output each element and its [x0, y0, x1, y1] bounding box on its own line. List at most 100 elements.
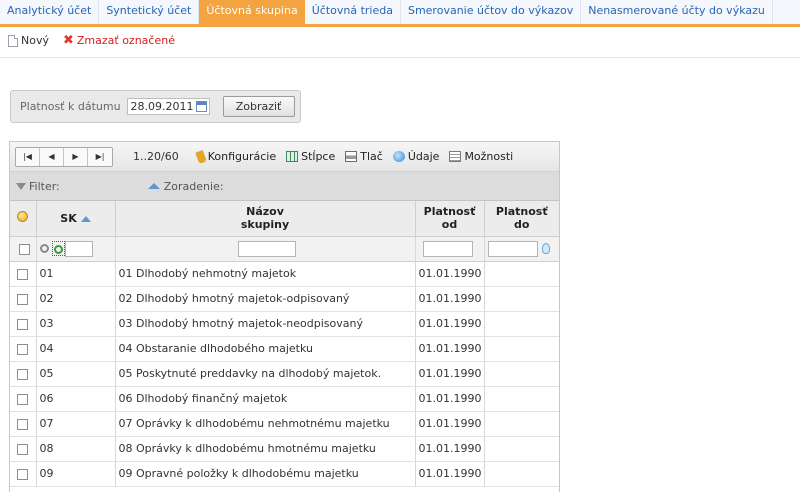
cell-name: 02 Dlhodobý hmotný majetok-odpisovaný: [115, 286, 416, 312]
sk-filter-input[interactable]: [64, 240, 93, 257]
next-page-button[interactable]: ▶: [64, 147, 88, 166]
cell-sk: 02: [36, 286, 116, 312]
table-row[interactable]: 02 02 Dlhodobý hmotný majetok-odpisovaný…: [10, 286, 559, 312]
advanced-search-toggle[interactable]: [51, 241, 65, 256]
new-button[interactable]: Nový: [8, 34, 49, 47]
valid-to-header-line2: do: [514, 218, 530, 232]
calendar-icon[interactable]: [195, 101, 207, 112]
table-row[interactable]: 06 06 Dlhodobý finančný majetok 01.01.19…: [10, 386, 559, 412]
cell-valid-from: 01.01.1990: [415, 361, 485, 387]
table-row[interactable]: 05 05 Poskytnuté preddavky na dlhodobý m…: [10, 361, 559, 387]
column-header-valid-to[interactable]: Platnosť do: [484, 201, 559, 237]
cell-name: 01 Dlhodobý nehmotný majetok: [115, 261, 416, 287]
name-filter-input[interactable]: [237, 240, 296, 257]
select-all-icon[interactable]: [17, 211, 29, 223]
row-checkbox[interactable]: [17, 443, 29, 455]
table-row[interactable]: 07 07 Oprávky k dlhodobému nehmotnému ma…: [10, 411, 559, 437]
new-document-icon: [8, 34, 18, 47]
next-page-icon: ▶: [72, 152, 79, 161]
sort-label[interactable]: Zoradenie:: [164, 180, 224, 193]
data-button[interactable]: Údaje: [392, 150, 439, 163]
groups-table: SK Názov skupiny Platnosť od Platnosť do 01…: [10, 201, 559, 487]
toolbar-divider: [0, 57, 800, 58]
cell-name: 06 Dlhodobý finančný majetok: [115, 386, 416, 412]
cell-valid-from: 01.01.1990: [415, 411, 485, 437]
row-checkbox[interactable]: [17, 418, 29, 430]
columns-label: Stĺpce: [301, 150, 336, 163]
name-header-line1: Názov: [246, 205, 284, 219]
filter-row-checkbox[interactable]: [18, 243, 30, 255]
cell-sk: 05: [36, 361, 116, 387]
sort-ascending-icon: [80, 215, 91, 222]
row-checkbox-cell: [10, 311, 37, 337]
select-all-header[interactable]: [10, 201, 37, 237]
row-checkbox[interactable]: [17, 318, 29, 330]
cell-valid-from: 01.01.1990: [415, 311, 485, 337]
cell-valid-from: 01.01.1990: [415, 461, 485, 487]
configurations-button[interactable]: Konfigurácie: [194, 149, 276, 164]
table-row[interactable]: 03 03 Dlhodobý hmotný majetok-neodpisova…: [10, 311, 559, 337]
cell-valid-to: [484, 461, 559, 487]
table-header-row: SK Názov skupiny Platnosť od Platnosť do: [10, 201, 559, 237]
delete-selected-button[interactable]: ✖ Zmazať označené: [62, 32, 175, 48]
print-button[interactable]: Tlač: [345, 150, 383, 163]
filter-row-checkbox-cell: [10, 236, 37, 262]
valid-from-filter-input[interactable]: [422, 240, 473, 257]
table-row[interactable]: 04 04 Obstaranie dlhodobého majetku 01.0…: [10, 336, 559, 362]
cell-name: 08 Oprávky k dlhodobému hmotnému majetku: [115, 436, 416, 462]
last-page-button[interactable]: ▶|: [88, 148, 112, 166]
columns-button[interactable]: Stĺpce: [286, 150, 335, 163]
column-header-valid-from[interactable]: Platnosť od: [415, 201, 485, 237]
tab-nenasmerovane-ucty[interactable]: Nenasmerované účty do výkazu: [581, 0, 773, 24]
tab-synteticky-ucet[interactable]: Syntetický účet: [99, 0, 200, 24]
table-row[interactable]: 08 08 Oprávky k dlhodobému hmotnému maje…: [10, 436, 559, 462]
last-page-icon: ▶|: [95, 152, 105, 161]
first-page-button[interactable]: |◀: [16, 147, 40, 166]
filter-sort-bar: Filter: Zoradenie:: [10, 172, 559, 201]
row-checkbox-cell: [10, 336, 37, 362]
valid-from-header-line2: od: [441, 218, 458, 232]
row-checkbox[interactable]: [17, 343, 29, 355]
valid-to-filter-cell: [484, 236, 559, 262]
cell-sk: 09: [36, 461, 116, 487]
validity-date-input[interactable]: 28.09.2011: [126, 98, 210, 115]
cell-valid-to: [484, 411, 559, 437]
print-label: Tlač: [360, 150, 383, 163]
show-button[interactable]: Zobraziť: [222, 96, 295, 117]
tab-uctovna-trieda[interactable]: Účtovná trieda: [305, 0, 401, 24]
column-header-name[interactable]: Názov skupiny: [115, 201, 416, 237]
tab-uctovna-skupina[interactable]: Účtovná skupina: [199, 0, 305, 24]
tab-smerovanie-uctov[interactable]: Smerovanie účtov do výkazov: [401, 0, 582, 24]
table-row[interactable]: 09 09 Opravné položky k dlhodobému majet…: [10, 461, 559, 487]
filter-label[interactable]: Filter:: [29, 180, 60, 193]
cell-sk: 06: [36, 386, 116, 412]
lightbulb-icon[interactable]: [541, 243, 550, 254]
prev-page-button[interactable]: ◀: [40, 147, 64, 166]
tab-analyticky-ucet[interactable]: Analytický účet: [0, 0, 100, 24]
sk-filter-cell: [36, 236, 116, 262]
validity-date-label: Platnosť k dátumu: [20, 100, 121, 113]
filter-row: [10, 236, 559, 262]
options-label: Možnosti: [464, 150, 514, 163]
valid-from-filter-cell: [415, 236, 485, 262]
row-checkbox[interactable]: [17, 368, 29, 380]
action-toolbar: Nový ✖ Zmazať označené: [8, 34, 175, 47]
cell-name: 05 Poskytnuté preddavky na dlhodobý maje…: [115, 361, 416, 387]
row-checkbox[interactable]: [17, 468, 29, 480]
row-checkbox[interactable]: [17, 268, 29, 280]
row-checkbox[interactable]: [17, 393, 29, 405]
options-list-icon: [449, 151, 462, 162]
validity-date-value: 28.09.2011: [130, 100, 194, 113]
delete-x-icon: ✖: [62, 32, 74, 48]
name-filter-cell: [115, 236, 416, 262]
cell-valid-from: 01.01.1990: [415, 336, 485, 362]
search-icon[interactable]: [39, 244, 49, 253]
cell-name: 03 Dlhodobý hmotný majetok-neodpisovaný: [115, 311, 416, 337]
row-checkbox[interactable]: [17, 293, 29, 305]
table-row[interactable]: 01 01 Dlhodobý nehmotný majetok 01.01.19…: [10, 261, 559, 287]
row-checkbox-cell: [10, 286, 37, 312]
valid-to-filter-input[interactable]: [487, 240, 538, 257]
column-header-sk[interactable]: SK: [36, 201, 116, 237]
options-button[interactable]: Možnosti: [449, 150, 513, 163]
cell-valid-from: 01.01.1990: [415, 436, 485, 462]
